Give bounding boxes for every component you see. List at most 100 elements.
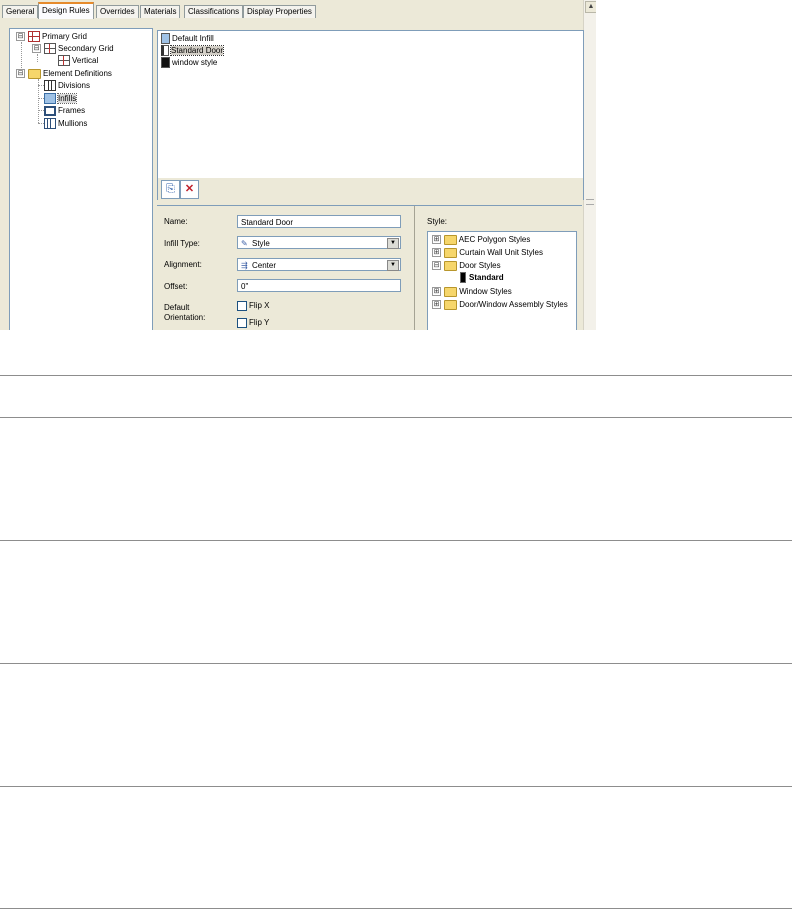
folder-icon xyxy=(444,247,457,258)
name-field[interactable]: Standard Door xyxy=(237,215,401,228)
infill-definitions-list[interactable]: Default Infill Standard Door window styl… xyxy=(157,30,584,180)
list-item-label: Standard Door xyxy=(169,45,225,56)
tab-strip: General Design Rules Overrides Materials… xyxy=(2,2,582,19)
tab-general[interactable]: General xyxy=(2,5,39,18)
tree-item-primary-grid[interactable]: ⊟ Primary Grid xyxy=(16,31,87,43)
infill-type-value: Style xyxy=(252,239,270,248)
divisions-icon xyxy=(44,80,56,92)
checkbox-box[interactable] xyxy=(237,317,247,328)
tree-item-frames[interactable]: Frames xyxy=(44,105,85,117)
splitter-grip[interactable] xyxy=(586,199,594,205)
folder-icon xyxy=(444,299,457,310)
collapse-icon[interactable]: ⊟ xyxy=(432,261,441,271)
flip-y-checkbox[interactable]: Flip Y xyxy=(237,317,269,328)
tab-overrides[interactable]: Overrides xyxy=(96,5,139,18)
checkbox-box[interactable] xyxy=(237,300,247,311)
tree-item-label: Secondary Grid xyxy=(58,44,114,53)
tree-line xyxy=(37,54,38,62)
door-style-icon xyxy=(460,272,466,284)
style-tree-item[interactable]: ⊞ Curtain Wall Unit Styles xyxy=(432,247,543,259)
align-center-icon: ⇶ xyxy=(241,261,248,270)
collapse-icon[interactable]: ⊟ xyxy=(16,69,25,79)
style-tree-label: Curtain Wall Unit Styles xyxy=(459,248,543,257)
list-toolbar: ⎘ ✕ xyxy=(157,178,584,200)
default-orientation-label: Default xyxy=(164,303,190,312)
tree-item-vertical[interactable]: Vertical xyxy=(58,55,98,67)
style-label: Style: xyxy=(427,217,448,226)
chevron-down-icon[interactable]: ▼ xyxy=(387,238,399,249)
frames-icon xyxy=(44,105,56,116)
tree-item-label: Element Definitions xyxy=(43,69,112,78)
table-rule xyxy=(0,540,792,541)
new-infill-icon: ⎘ xyxy=(166,183,175,195)
offset-label: Offset: xyxy=(164,282,188,291)
alignment-select[interactable]: ⇶ Center ▼ xyxy=(237,258,401,271)
list-item-label: Default Infill xyxy=(172,34,214,43)
table-rule xyxy=(0,786,792,787)
style-tree-label: AEC Polygon Styles xyxy=(458,235,531,244)
tree-item-label: Divisions xyxy=(58,81,91,90)
style-tree-label: Standard xyxy=(469,273,504,282)
style-pencil-icon: ✎ xyxy=(241,239,248,248)
delete-infill-icon: ✕ xyxy=(184,183,195,195)
expand-icon[interactable]: ⊞ xyxy=(432,300,441,310)
style-tree[interactable]: ⊞ AEC Polygon Styles ⊞ Curtain Wall Unit… xyxy=(427,231,577,330)
list-item[interactable]: Standard Door xyxy=(161,45,225,57)
curtain-wall-style-dialog: General Design Rules Overrides Materials… xyxy=(0,0,596,330)
tree-item-label: Frames xyxy=(58,106,86,115)
infill-icon xyxy=(44,93,56,105)
infill-swatch-icon xyxy=(161,33,170,45)
new-infill-button[interactable]: ⎘ xyxy=(161,180,180,199)
collapse-icon[interactable]: ⊟ xyxy=(32,44,41,54)
style-tree-item[interactable]: ⊞ Window Styles xyxy=(432,286,512,298)
door-swatch-icon xyxy=(161,45,169,57)
list-item-label: window style xyxy=(172,58,218,67)
expand-icon[interactable]: ⊞ xyxy=(432,287,441,297)
panel-divider xyxy=(414,206,415,330)
tab-display-properties[interactable]: Display Properties xyxy=(243,5,316,18)
tree-item-divisions[interactable]: Divisions xyxy=(44,80,90,92)
tab-design-rules[interactable]: Design Rules xyxy=(38,2,94,19)
primary-grid-icon xyxy=(28,31,40,43)
tree-item-secondary-grid[interactable]: ⊟ Secondary Grid xyxy=(32,43,114,55)
tree-item-label: Primary Grid xyxy=(42,32,87,41)
folder-icon xyxy=(28,68,41,79)
style-tree-item[interactable]: ⊞ AEC Polygon Styles xyxy=(432,234,530,246)
infill-properties-panel: Name: Standard Door Infill Type: ✎ Style … xyxy=(157,205,582,330)
expand-icon[interactable]: ⊞ xyxy=(432,248,441,258)
default-orientation-label-2: Orientation: xyxy=(164,313,206,322)
folder-icon xyxy=(444,286,457,297)
offset-field[interactable]: 0" xyxy=(237,279,401,292)
flip-y-label: Flip Y xyxy=(249,318,270,327)
element-tree[interactable]: ⊟ Primary Grid ⊟ Secondary Grid Vertical ⊟… xyxy=(9,28,153,330)
infill-type-select[interactable]: ✎ Style ▼ xyxy=(237,236,401,249)
list-item[interactable]: window style xyxy=(161,57,218,69)
chevron-down-icon[interactable]: ▼ xyxy=(387,260,399,271)
table-rule xyxy=(0,375,792,376)
scroll-up-arrow-icon[interactable]: ▲ xyxy=(585,1,596,13)
style-tree-item[interactable]: ⊞ Door/Window Assembly Styles xyxy=(432,299,568,311)
flip-x-checkbox[interactable]: Flip X xyxy=(237,300,269,311)
vertical-scrollbar[interactable]: ▲ xyxy=(583,0,596,330)
style-tree-item-standard[interactable]: Standard xyxy=(460,272,504,284)
tab-classifications[interactable]: Classifications xyxy=(184,5,244,18)
flip-x-label: Flip X xyxy=(249,301,270,310)
alignment-label: Alignment: xyxy=(164,260,202,269)
collapse-icon[interactable]: ⊟ xyxy=(16,32,25,42)
expand-icon[interactable]: ⊞ xyxy=(432,235,441,245)
name-label: Name: xyxy=(164,217,188,226)
vertical-grid-icon xyxy=(58,55,70,67)
tab-materials[interactable]: Materials xyxy=(140,5,181,18)
list-item[interactable]: Default Infill xyxy=(161,33,214,45)
tree-item-label: Mullions xyxy=(58,119,88,128)
tree-item-element-definitions[interactable]: ⊟ Element Definitions xyxy=(16,68,112,80)
style-tree-item[interactable]: ⊟ Door Styles xyxy=(432,260,501,272)
folder-icon xyxy=(444,234,457,245)
tree-item-infills[interactable]: Infills xyxy=(44,93,78,105)
tree-item-label: Infills xyxy=(56,93,78,104)
tree-item-mullions[interactable]: Mullions xyxy=(44,118,87,130)
style-tree-label: Window Styles xyxy=(459,287,512,296)
delete-infill-button[interactable]: ✕ xyxy=(180,180,199,199)
folder-icon xyxy=(444,260,457,271)
infill-type-label: Infill Type: xyxy=(164,239,200,248)
